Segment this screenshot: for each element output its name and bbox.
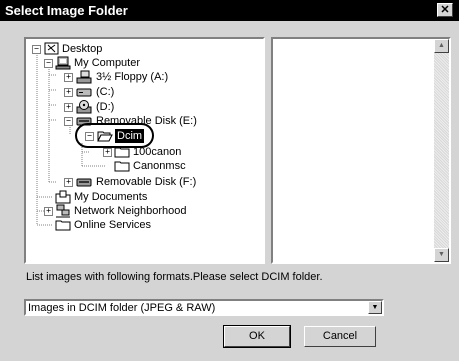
tree-item-label: Network Neighborhood xyxy=(74,205,187,217)
tree-item-network-neighborhood[interactable]: + Network Neighborhood xyxy=(26,204,246,218)
collapse-icon[interactable]: − xyxy=(44,59,53,68)
tree-item-label: Desktop xyxy=(62,43,103,55)
close-button[interactable]: ✕ xyxy=(437,3,453,17)
title-bar: Select Image Folder ✕ xyxy=(0,0,459,21)
tree-item-my-computer[interactable]: − My Computer xyxy=(26,56,226,70)
chevron-down-icon: ▼ xyxy=(438,251,445,258)
instruction-text: List images with following formats.Pleas… xyxy=(26,271,323,283)
tree-item-label: 3½ Floppy (A:) xyxy=(96,71,169,83)
folder-icon xyxy=(114,161,130,172)
cd-drive-icon xyxy=(76,100,92,114)
tree-item-label: Canonmsc xyxy=(133,160,186,172)
tree-item-label: (D:) xyxy=(96,101,115,113)
desktop-icon xyxy=(44,42,59,55)
window-title: Select Image Folder xyxy=(5,3,128,18)
tree-item-online-services[interactable]: Online Services xyxy=(26,218,226,232)
close-icon: ✕ xyxy=(440,4,450,16)
folder-tree[interactable]: − Desktop − My Computer + 3½ Floppy (A:)… xyxy=(24,37,265,264)
ok-button[interactable]: OK xyxy=(223,325,291,348)
collapse-icon[interactable]: − xyxy=(64,117,73,126)
scroll-up-button[interactable]: ▲ xyxy=(434,39,449,53)
tree-item-my-documents[interactable]: My Documents xyxy=(26,190,226,204)
scroll-down-button[interactable]: ▼ xyxy=(434,248,449,262)
tree-item-label: 100canon xyxy=(133,146,182,158)
expand-icon[interactable]: + xyxy=(44,207,53,216)
hard-drive-icon xyxy=(76,88,92,97)
network-icon xyxy=(56,204,70,218)
tree-item-drive-c[interactable]: + (C:) xyxy=(26,85,226,99)
floppy-drive-icon xyxy=(76,70,92,84)
tree-item-drive-d[interactable]: + (D:) xyxy=(26,100,226,114)
tree-item-desktop[interactable]: − Desktop xyxy=(26,42,226,56)
computer-icon xyxy=(55,56,71,70)
tree-item-label: Online Services xyxy=(74,219,152,231)
tree-item-100canon[interactable]: + 100canon xyxy=(26,145,226,159)
format-select[interactable]: Images in DCIM folder (JPEG & RAW) ▼ xyxy=(24,299,384,316)
documents-folder-icon xyxy=(55,190,71,204)
cancel-button[interactable]: Cancel xyxy=(304,326,376,347)
tree-item-floppy-a[interactable]: + 3½ Floppy (A:) xyxy=(26,70,226,84)
dropdown-button[interactable]: ▼ xyxy=(368,301,382,314)
tree-item-label: Removable Disk (F:) xyxy=(96,176,197,188)
tree-item-label: My Documents xyxy=(74,191,148,203)
chevron-up-icon: ▲ xyxy=(438,42,445,49)
expand-icon[interactable]: + xyxy=(64,103,73,112)
expand-icon[interactable]: + xyxy=(103,148,112,157)
format-select-value: Images in DCIM folder (JPEG & RAW) xyxy=(28,302,216,314)
folder-icon xyxy=(55,220,71,231)
chevron-down-icon: ▼ xyxy=(371,304,379,311)
expand-icon[interactable]: + xyxy=(64,73,73,82)
image-preview-pane: ▲ ▼ xyxy=(271,37,451,264)
folder-icon xyxy=(114,147,130,158)
tree-item-canonmsc[interactable]: Canonmsc xyxy=(26,159,226,173)
vertical-scrollbar[interactable]: ▲ ▼ xyxy=(434,39,449,262)
collapse-icon[interactable]: − xyxy=(32,45,41,54)
expand-icon[interactable]: + xyxy=(64,178,73,187)
tree-item-removable-f[interactable]: + Removable Disk (F:) xyxy=(26,175,226,189)
expand-icon[interactable]: + xyxy=(64,88,73,97)
removable-disk-icon xyxy=(76,178,92,187)
tree-item-label: (C:) xyxy=(96,86,115,98)
tree-item-label: My Computer xyxy=(74,57,141,69)
